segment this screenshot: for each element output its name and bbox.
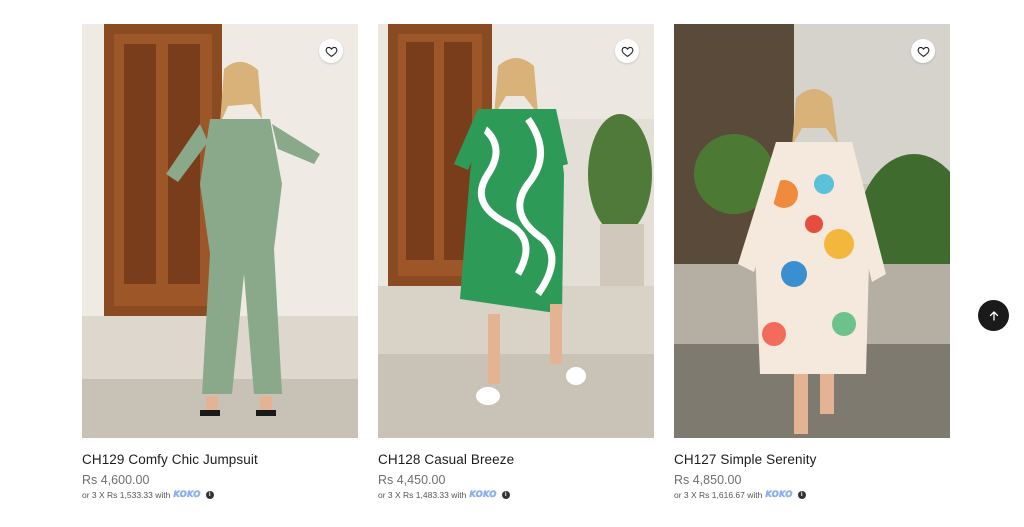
product-card[interactable]: CH127 Simple Serenity Rs 4,850.00 or 3 X… [674,24,950,500]
product-title[interactable]: CH127 Simple Serenity [674,452,950,467]
heart-icon [325,46,337,57]
info-icon[interactable]: i [501,491,510,499]
installment-text: or 3 X Rs 1,616.67 with [674,490,763,500]
product-photo-casual-breeze [378,24,654,438]
scroll-to-top-button[interactable] [978,300,1009,331]
installment-text: or 3 X Rs 1,533.33 with [82,490,171,500]
wishlist-button[interactable] [911,39,935,63]
installment-text: or 3 X Rs 1,483.33 with [378,490,467,500]
product-grid: CH129 Comfy Chic Jumpsuit Rs 4,600.00 or… [82,24,950,527]
product-card[interactable]: CH128 Casual Breeze Rs 4,450.00 or 3 X R… [378,24,654,500]
product-title[interactable]: CH129 Comfy Chic Jumpsuit [82,452,358,467]
koko-logo: KOKO [765,490,793,500]
arrow-up-icon [989,310,998,321]
info-icon[interactable]: i [205,491,214,499]
koko-logo: KOKO [173,490,201,500]
wishlist-button[interactable] [319,39,343,63]
installment-info: or 3 X Rs 1,616.67 with KOKO i [674,490,950,500]
info-icon[interactable]: i [797,491,806,499]
product-image[interactable] [674,24,950,438]
product-photo-simple-serenity [674,24,950,438]
product-title[interactable]: CH128 Casual Breeze [378,452,654,467]
product-photo-jumpsuit [82,24,358,438]
product-price: Rs 4,850.00 [674,473,742,487]
heart-icon [917,46,929,57]
product-card[interactable]: CH129 Comfy Chic Jumpsuit Rs 4,600.00 or… [82,24,358,500]
wishlist-button[interactable] [615,39,639,63]
heart-icon [621,46,633,57]
koko-logo: KOKO [469,490,497,500]
installment-info: or 3 X Rs 1,533.33 with KOKO i [82,490,358,500]
product-price: Rs 4,450.00 [378,473,446,487]
product-image[interactable] [82,24,358,438]
installment-info: or 3 X Rs 1,483.33 with KOKO i [378,490,654,500]
product-image[interactable] [378,24,654,438]
product-price: Rs 4,600.00 [82,473,150,487]
